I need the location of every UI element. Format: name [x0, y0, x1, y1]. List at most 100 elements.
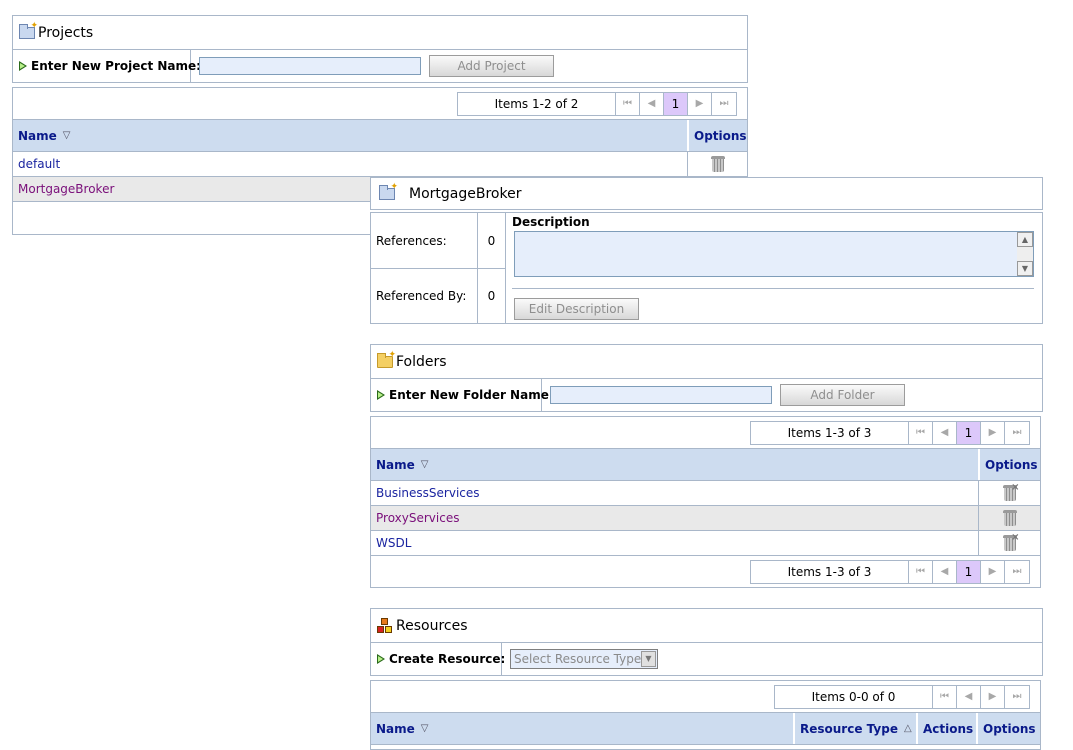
references-label: References:: [371, 213, 477, 269]
add-project-button[interactable]: Add Project: [429, 55, 554, 77]
last-page-icon[interactable]: ⏭: [1005, 561, 1029, 583]
expand-arrow-icon: [377, 654, 385, 664]
create-resource-row: Create Resource: Select Resource Type ▼: [371, 642, 1042, 675]
resource-type-select-value: Select Resource Type: [514, 652, 641, 666]
name-column-label: Name: [18, 128, 57, 143]
referenced-by-value: 0: [487, 289, 496, 303]
project-link-default[interactable]: default: [13, 152, 687, 176]
create-resource-label-text: Create Resource:: [389, 652, 506, 666]
prev-page-icon[interactable]: ◀: [933, 421, 957, 444]
folders-pager-bottom: Items 1-3 of 3 ⏮ ◀ 1 ▶ ⏭: [750, 559, 1030, 584]
trash-disabled-icon[interactable]: [1002, 482, 1020, 501]
resources-table-header: Name ▽ Resource Type △ Actions Options: [371, 712, 1040, 745]
sort-desc-icon: ▽: [62, 130, 71, 141]
project-icon: ✦: [379, 182, 398, 200]
page-1-button[interactable]: 1: [957, 421, 981, 444]
add-folder-button[interactable]: Add Folder: [780, 384, 905, 406]
folders-pager-row: Items 1-3 of 3 ⏮ ◀ 1 ▶ ⏭: [371, 417, 1040, 448]
first-page-icon[interactable]: ⏮: [909, 421, 933, 444]
prev-page-icon[interactable]: ◀: [640, 92, 664, 115]
folders-pager-row-bottom: Items 1-3 of 3 ⏮ ◀ 1 ▶ ⏭: [371, 556, 1040, 587]
detail-title: MortgageBroker: [409, 185, 522, 202]
description-label: Description: [512, 215, 590, 229]
resources-title-row: Resources: [371, 609, 1042, 642]
new-project-row: Enter New Project Name: Add Project: [13, 49, 747, 82]
page-1-button[interactable]: 1: [664, 92, 688, 115]
edit-description-button[interactable]: Edit Description: [514, 298, 639, 320]
new-project-label-text: Enter New Project Name:: [31, 59, 201, 73]
options-column-header: Options: [976, 713, 1040, 744]
prev-page-icon[interactable]: ◀: [933, 560, 957, 583]
detail-title-row: ✦ MortgageBroker: [371, 178, 1042, 209]
first-page-icon[interactable]: ⏮: [909, 560, 933, 583]
last-page-icon[interactable]: ⏭: [1005, 686, 1029, 708]
projects-table-header: Name ▽ Options: [13, 119, 747, 152]
ref-labels: References: Referenced By:: [371, 213, 478, 323]
ref-values: 0 0: [478, 213, 506, 323]
new-folder-label[interactable]: Enter New Folder Name:: [371, 379, 554, 411]
trash-icon[interactable]: [1002, 510, 1017, 526]
sort-desc-icon: ▽: [420, 723, 429, 734]
name-column-header[interactable]: Name ▽: [13, 120, 687, 151]
resources-title: Resources: [396, 617, 468, 634]
folder-link-proxyservices[interactable]: ProxyServices: [371, 506, 978, 530]
projects-title: Projects: [38, 24, 94, 41]
chevron-down-icon[interactable]: ▼: [641, 651, 656, 667]
next-page-icon[interactable]: ▶: [981, 560, 1005, 583]
first-page-icon[interactable]: ⏮: [616, 92, 640, 115]
description-scrollbar[interactable]: ▲ ▼: [1017, 232, 1033, 276]
description-section: Description ▲ ▼ Edit Description: [506, 213, 1042, 323]
name-column-header[interactable]: Name ▽: [371, 713, 793, 744]
folder-link-businessservices[interactable]: BusinessServices: [371, 481, 978, 505]
expand-arrow-icon: [377, 390, 385, 400]
options-column-header: Options: [978, 449, 1040, 480]
name-column-header[interactable]: Name ▽: [371, 449, 978, 480]
resources-icon: [377, 617, 393, 634]
folders-pager: Items 1-3 of 3 ⏮ ◀ 1 ▶ ⏭: [750, 420, 1030, 445]
projects-header-box: ✦ Projects Enter New Project Name: Add P…: [12, 15, 748, 83]
next-page-icon[interactable]: ▶: [981, 421, 1005, 444]
last-page-icon[interactable]: ⏭: [1005, 422, 1029, 444]
page-1-button[interactable]: 1: [957, 560, 981, 583]
trash-icon[interactable]: [710, 156, 725, 172]
folders-header-box: ✦ Folders Enter New Folder Name: Add Fol…: [370, 344, 1043, 412]
next-page-icon[interactable]: ▶: [688, 92, 712, 115]
folder-icon: ✦: [377, 350, 396, 368]
resources-table: Items 0-0 of 0 ⏮ ◀ ▶ ⏭ Name ▽ Resource T…: [370, 680, 1041, 750]
new-project-label[interactable]: Enter New Project Name:: [13, 50, 201, 82]
folder-name-input[interactable]: [550, 386, 772, 404]
prev-page-icon[interactable]: ◀: [957, 685, 981, 708]
resources-pager: Items 0-0 of 0 ⏮ ◀ ▶ ⏭: [774, 684, 1030, 709]
options-cell: [978, 531, 1040, 555]
new-folder-row: Enter New Folder Name: Add Folder: [371, 378, 1042, 411]
folders-title: Folders: [396, 353, 447, 370]
pager-info: Items 1-3 of 3: [751, 421, 909, 444]
projects-title-row: ✦ Projects: [13, 16, 747, 49]
actions-column-header: Actions: [916, 713, 976, 744]
folders-table: Items 1-3 of 3 ⏮ ◀ 1 ▶ ⏭ Name ▽ Options …: [370, 416, 1041, 588]
detail-title-box: ✦ MortgageBroker: [370, 177, 1043, 210]
project-name-input[interactable]: [199, 57, 421, 75]
folder-link-wsdl[interactable]: WSDL: [371, 531, 978, 555]
scroll-up-icon[interactable]: ▲: [1017, 232, 1033, 247]
folders-panel: ✦ Folders Enter New Folder Name: Add Fol…: [370, 344, 1043, 588]
references-value: 0: [478, 213, 505, 269]
resource-type-column-header[interactable]: Resource Type △: [793, 713, 916, 744]
options-cell: [978, 481, 1040, 505]
next-page-icon[interactable]: ▶: [981, 685, 1005, 708]
options-cell: [978, 506, 1040, 530]
create-resource-label[interactable]: Create Resource:: [371, 643, 506, 675]
last-page-icon[interactable]: ⏭: [712, 93, 736, 115]
expand-arrow-icon: [19, 61, 27, 71]
project-detail-panel: ✦ MortgageBroker References: Referenced …: [370, 177, 1043, 324]
first-page-icon[interactable]: ⏮: [933, 685, 957, 708]
project-icon: ✦: [19, 21, 38, 39]
projects-pager-row: Items 1-2 of 2 ⏮ ◀ 1 ▶ ⏭: [13, 88, 747, 119]
pager-info: Items 0-0 of 0: [775, 685, 933, 708]
sort-desc-icon: ▽: [420, 459, 429, 470]
scroll-down-icon[interactable]: ▼: [1017, 261, 1033, 276]
resource-type-select[interactable]: Select Resource Type ▼: [510, 649, 658, 669]
trash-disabled-icon[interactable]: [1002, 532, 1020, 551]
description-textarea[interactable]: ▲ ▼: [514, 231, 1034, 277]
resource-type-column-label: Resource Type: [800, 721, 898, 736]
